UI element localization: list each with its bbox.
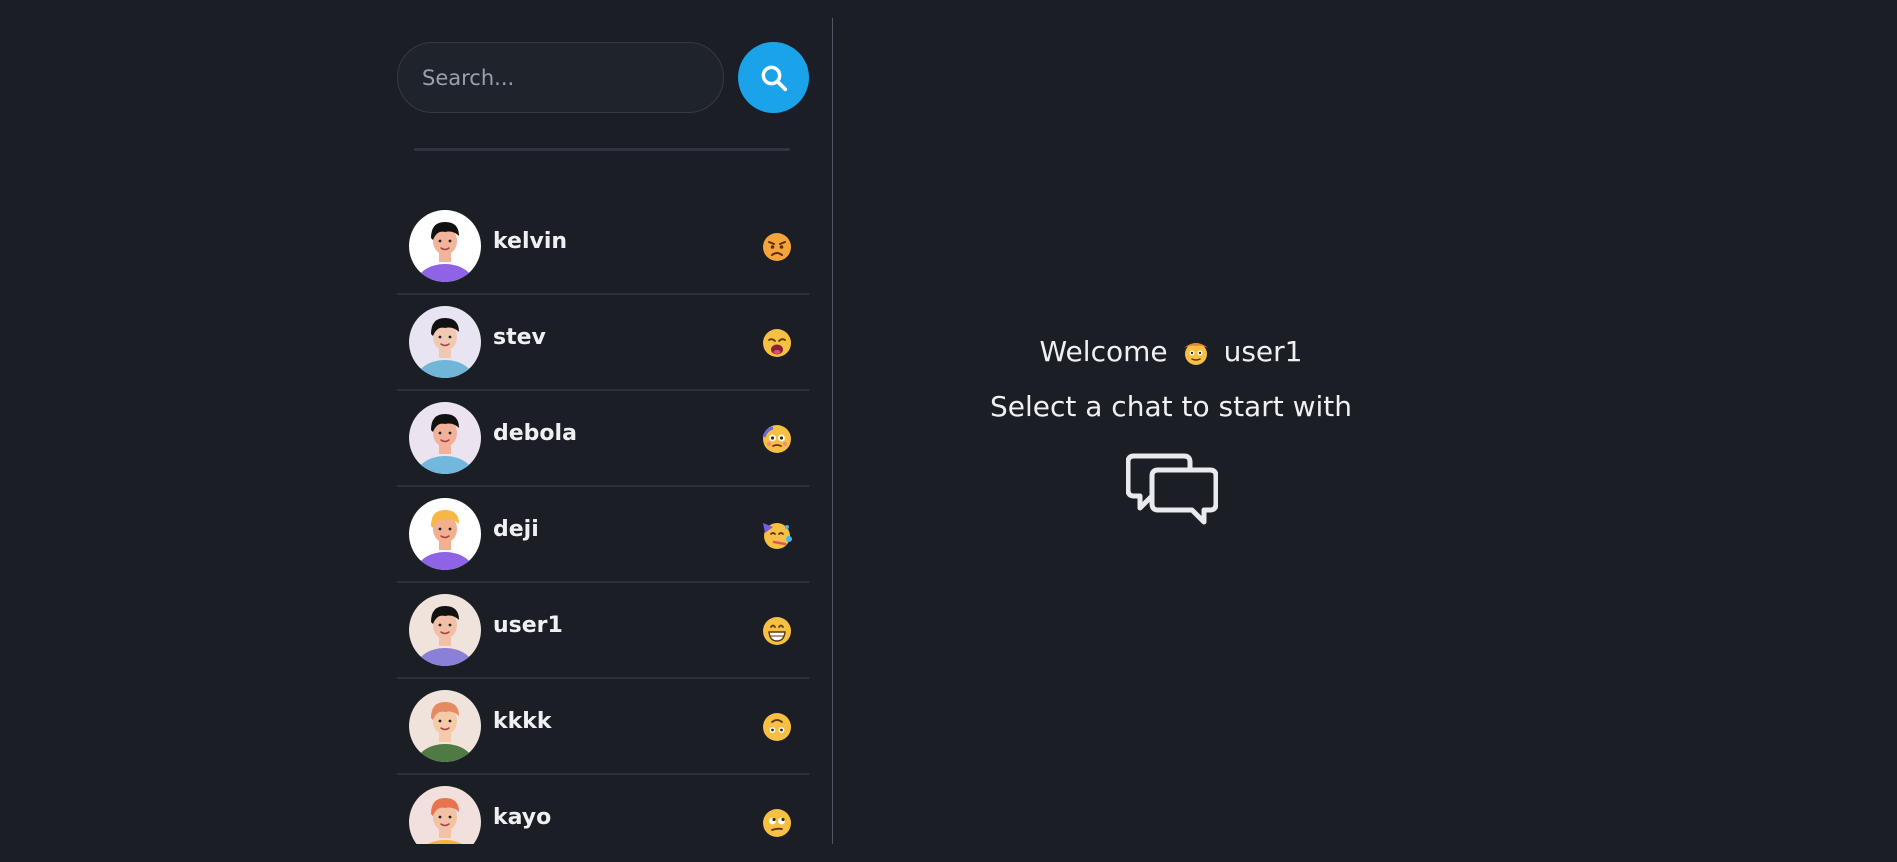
woozy-face-icon: [762, 425, 791, 453]
main-panel: Welcome user1 Select a chat to start wit…: [834, 0, 1897, 862]
angry-face-icon: [763, 233, 791, 261]
divider: [414, 148, 790, 151]
chat-item[interactable]: kayo: [397, 775, 809, 844]
chat-name: debola: [493, 421, 577, 446]
search-bar: [397, 42, 809, 113]
rolling-eyes-face-icon: [763, 809, 791, 837]
avatar: [409, 498, 481, 570]
welcome-line: Welcome user1: [834, 335, 1508, 368]
avatar: [409, 402, 481, 474]
upside-down-face-icon: [763, 713, 791, 741]
chat-item[interactable]: stev: [397, 295, 809, 391]
avatar: [409, 690, 481, 762]
avatar: [409, 306, 481, 378]
search-icon: [761, 65, 787, 91]
chat-item[interactable]: kelvin: [397, 199, 809, 295]
chat-name: kayo: [493, 805, 552, 830]
search-button[interactable]: [738, 42, 809, 113]
avatar: [409, 786, 481, 844]
username-label: user1: [1223, 335, 1303, 368]
cowboy-face-icon: [1183, 342, 1208, 365]
chat-item[interactable]: user1: [397, 583, 809, 679]
chat-item[interactable]: kkkk: [397, 679, 809, 775]
chat-item[interactable]: debola: [397, 391, 809, 487]
avatar: [409, 594, 481, 666]
chat-name: user1: [493, 613, 563, 638]
chat-name: kelvin: [493, 229, 568, 254]
chat-item[interactable]: deji: [397, 487, 809, 583]
partying-face-icon: [763, 523, 792, 549]
grinning-face-icon: [763, 617, 791, 645]
chat-bubbles-icon: [1126, 453, 1218, 525]
search-input[interactable]: [397, 42, 724, 113]
chat-name: kkkk: [493, 709, 552, 734]
chat-name: stev: [493, 325, 546, 350]
select-chat-prompt: Select a chat to start with: [989, 390, 1353, 423]
avatar: [409, 210, 481, 282]
chat-list: kelvin stev debola deji user1 kkkk kayo: [397, 199, 809, 844]
chat-app: kelvin stev debola deji user1 kkkk kayo Welcom…: [0, 0, 1897, 862]
sidebar: kelvin stev debola deji user1 kkkk kayo: [397, 18, 833, 844]
weary-face-icon: [763, 329, 791, 357]
welcome-label: Welcome: [1039, 335, 1168, 368]
chat-name: deji: [493, 517, 539, 542]
